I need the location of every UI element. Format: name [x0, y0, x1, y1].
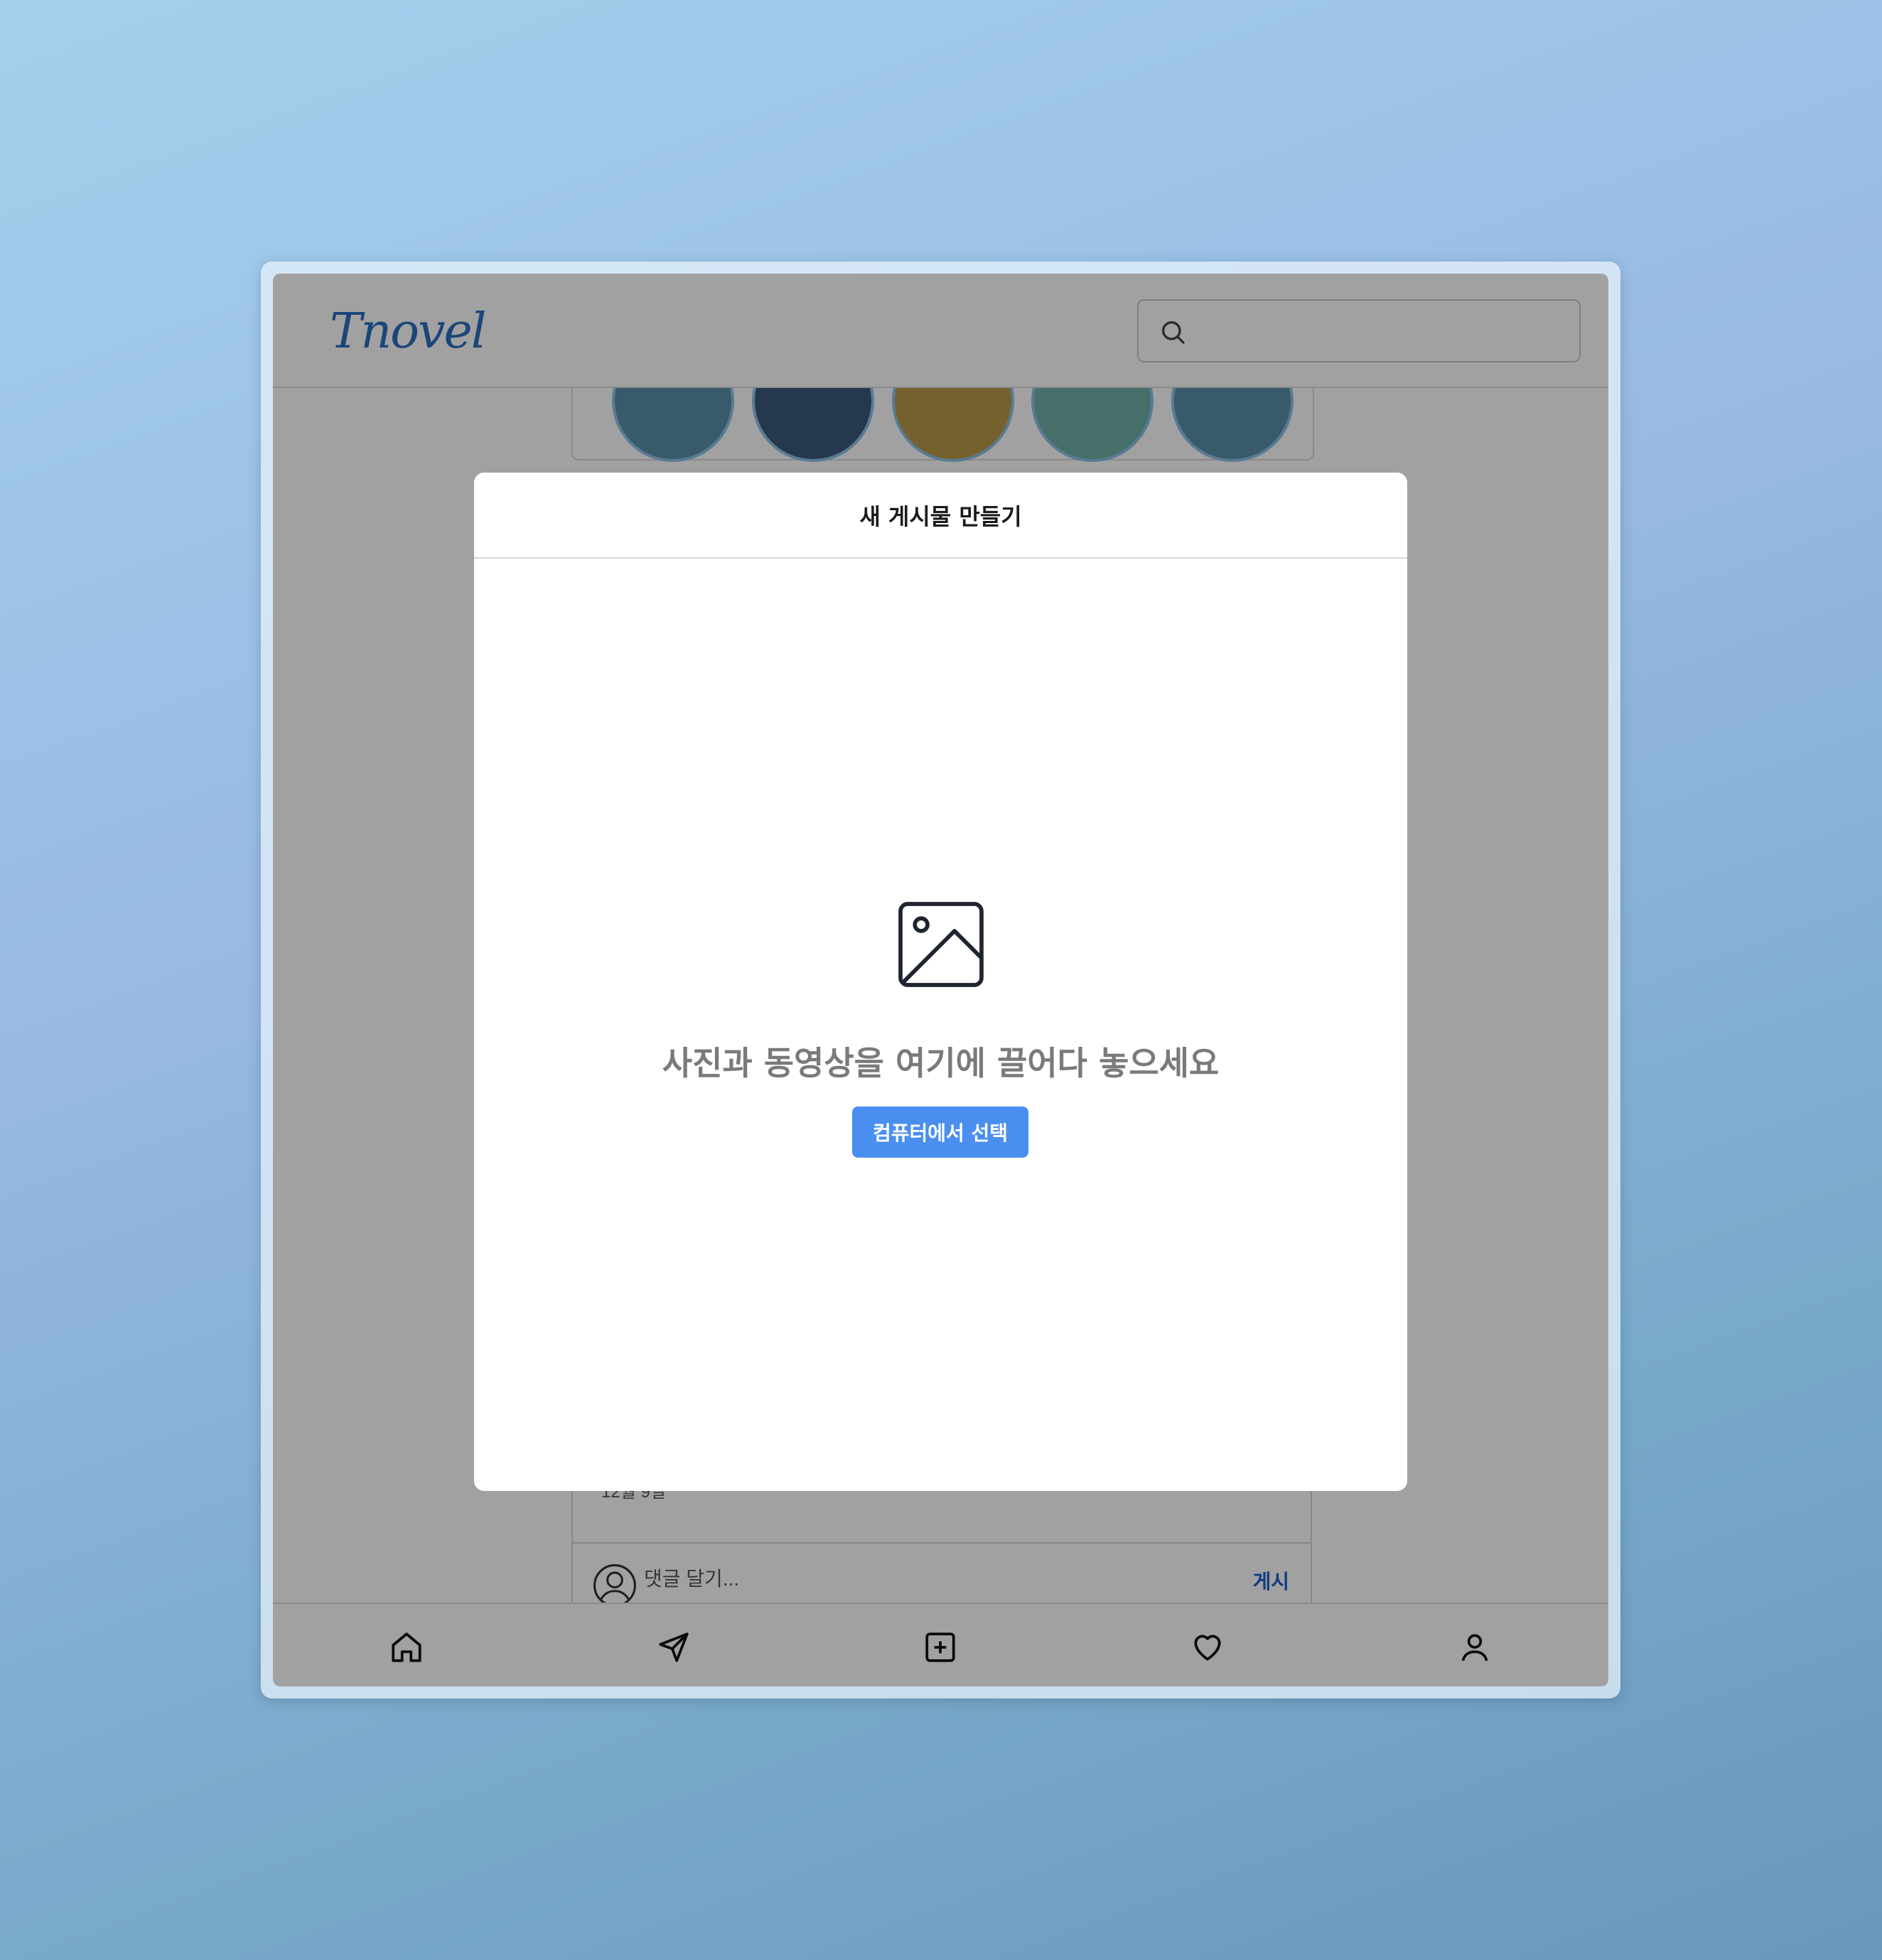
- modal-header: 새 게시물 만들기: [474, 473, 1407, 559]
- drop-instruction: 사진과 동영상을 여기에 끌어다 놓으세요: [662, 1044, 1220, 1082]
- drop-zone[interactable]: 사진과 동영상을 여기에 끌어다 놓으세요 컴퓨터에서 선택: [474, 559, 1407, 1491]
- modal-title: 새 게시물 만들기: [859, 502, 1022, 530]
- create-post-modal: 새 게시물 만들기 사진과 동영상을 여기에 끌어다 놓으세요 컴퓨터에서 선택: [474, 473, 1407, 1491]
- app-window: Tnovel 12월 9일 댓글 달기... 게시 새 게시물 만들기 사진과 …: [273, 274, 1608, 1686]
- select-from-computer-button[interactable]: 컴퓨터에서 선택: [852, 1106, 1028, 1158]
- image-icon: [887, 890, 995, 1001]
- window-frame: Tnovel 12월 9일 댓글 달기... 게시 새 게시물 만들기 사진과 …: [261, 262, 1620, 1698]
